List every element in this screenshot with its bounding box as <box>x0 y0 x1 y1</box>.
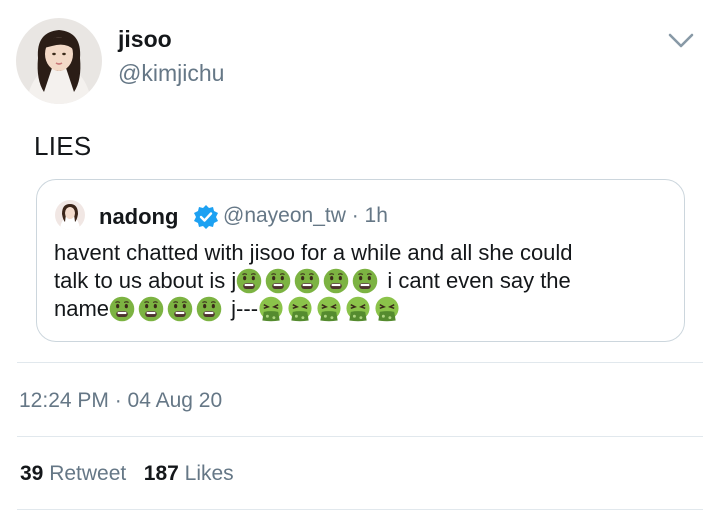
quoted-tweet-text: havent chatted with jisoo for a while an… <box>54 239 674 323</box>
quoted-text-line: name j--- <box>54 295 674 323</box>
face-vomiting-emoji-icon <box>345 296 371 322</box>
quoted-text-line: talk to us about is j i cant even say th… <box>54 267 674 295</box>
quoted-handle-time[interactable]: @nayeon_tw · 1h <box>223 204 388 228</box>
nauseated-face-emoji-icon <box>323 268 349 294</box>
nauseated-face-emoji-icon <box>294 268 320 294</box>
avatar[interactable] <box>16 18 102 104</box>
retweets-stat[interactable]: 39 Retweet <box>20 462 126 485</box>
likes-label: Likes <box>184 462 234 485</box>
tweet-header: jisoo @kimjichu <box>0 0 720 110</box>
chevron-down-icon[interactable] <box>666 28 696 52</box>
quoted-tweet[interactable]: nadong @nayeon_tw · 1h havent chatted wi… <box>36 179 685 342</box>
quoted-text-segment: j--- <box>225 296 259 321</box>
nauseated-face-emoji-icon <box>352 268 378 294</box>
quoted-text-segment: name <box>54 296 110 321</box>
profile-photo-icon <box>16 18 102 104</box>
retweets-count: 39 <box>20 462 44 485</box>
divider <box>17 436 703 437</box>
quoted-text-segment: i cant even say the <box>381 268 571 293</box>
retweets-label: Retweet <box>49 462 127 485</box>
verified-badge-icon <box>193 204 219 230</box>
profile-photo-icon <box>55 200 85 230</box>
likes-stat[interactable]: 187 Likes <box>144 462 234 485</box>
quoted-text-segment: havent chatted with jisoo for a while an… <box>54 240 573 265</box>
nauseated-face-emoji-icon <box>109 296 135 322</box>
nauseated-face-emoji-icon <box>138 296 164 322</box>
face-vomiting-emoji-icon <box>316 296 342 322</box>
nauseated-face-emoji-icon <box>265 268 291 294</box>
likes-count: 187 <box>143 462 179 485</box>
nauseated-face-emoji-icon <box>236 268 262 294</box>
display-name[interactable]: jisoo <box>118 26 172 53</box>
quoted-text-line: havent chatted with jisoo for a while an… <box>54 239 674 267</box>
face-vomiting-emoji-icon <box>258 296 284 322</box>
quoted-text-segment: talk to us about is j <box>54 268 237 293</box>
tweet-text: LIES <box>34 131 92 161</box>
face-vomiting-emoji-icon <box>287 296 313 322</box>
user-handle[interactable]: @kimjichu <box>118 60 224 87</box>
divider <box>17 362 703 363</box>
nauseated-face-emoji-icon <box>167 296 193 322</box>
engagement-stats: 39 Retweet 187 Likes <box>20 462 234 486</box>
divider <box>17 509 703 510</box>
quoted-display-name[interactable]: nadong <box>99 204 178 230</box>
quoted-avatar[interactable] <box>55 200 85 230</box>
nauseated-face-emoji-icon <box>196 296 222 322</box>
face-vomiting-emoji-icon <box>374 296 400 322</box>
tweet-timestamp[interactable]: 12:24 PM · 04 Aug 20 <box>19 389 222 413</box>
